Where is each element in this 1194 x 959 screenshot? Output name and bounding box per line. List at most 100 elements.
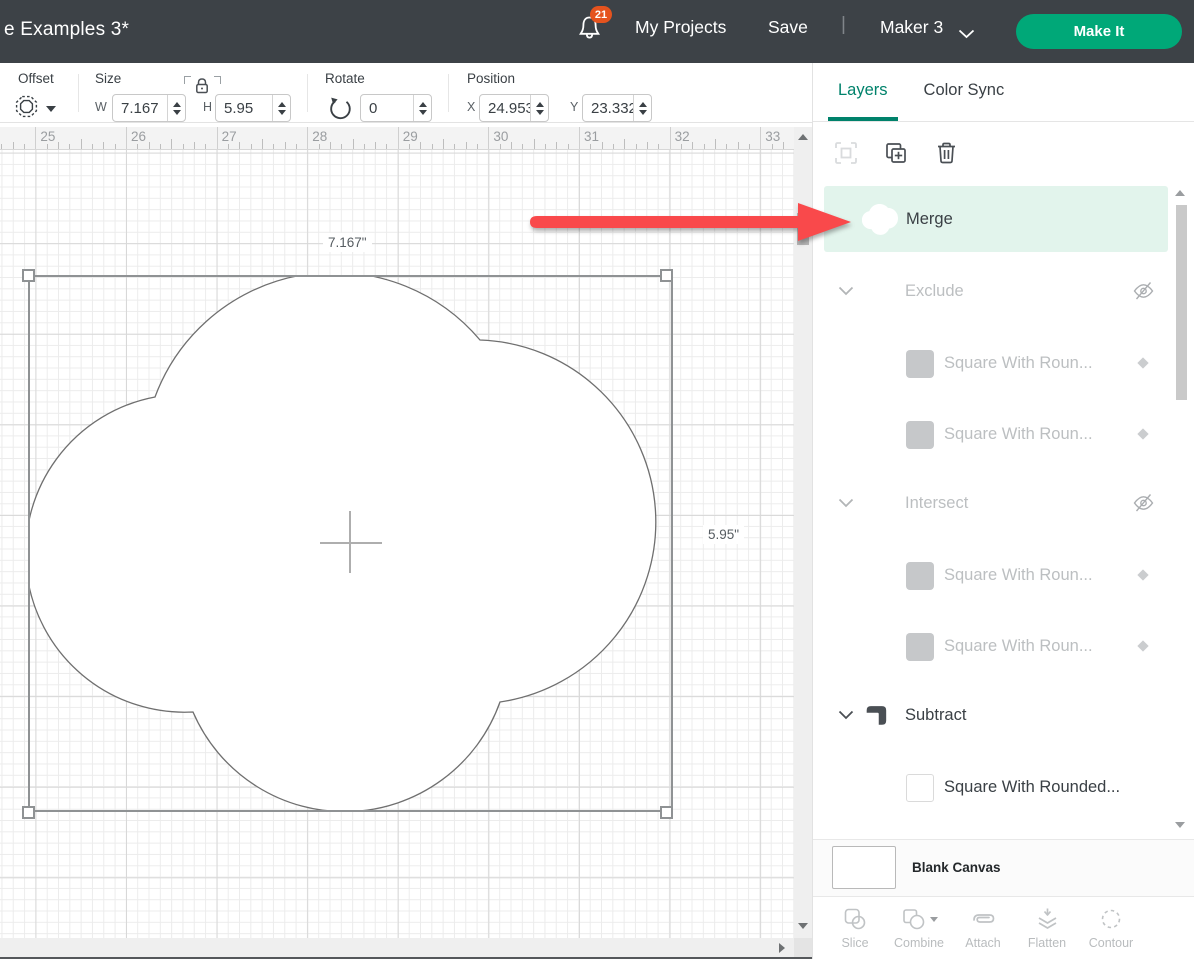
layer-row-child[interactable]: Square With Roun... bbox=[813, 399, 1194, 470]
layers-list: MergeExclude Square With Roun...Square W… bbox=[813, 184, 1194, 839]
y-input-group bbox=[582, 94, 652, 122]
scroll-up-arrow-icon[interactable] bbox=[798, 134, 808, 140]
layer-label: Merge bbox=[906, 210, 953, 229]
ruler-tick bbox=[738, 142, 739, 149]
ruler-tick bbox=[205, 144, 206, 149]
ruler-tick bbox=[432, 144, 433, 149]
y-position-input[interactable] bbox=[583, 95, 633, 121]
combine-button[interactable]: Combine bbox=[891, 905, 947, 950]
panel-scroll-thumb[interactable] bbox=[1176, 205, 1187, 400]
rotate-stepper[interactable] bbox=[413, 95, 431, 121]
visibility-hidden-icon[interactable] bbox=[1132, 280, 1155, 307]
cricut-design-space-app: e Examples 3* 21 My Projects Save | Make… bbox=[0, 0, 1194, 959]
width-stepper[interactable] bbox=[167, 95, 185, 121]
layer-row-child[interactable]: Square With Roun... bbox=[813, 611, 1194, 682]
ruler-tick bbox=[772, 144, 773, 149]
layer-group-header[interactable]: Intersect bbox=[813, 480, 1194, 526]
canvas-vertical-scrollbar[interactable] bbox=[794, 127, 812, 938]
attach-button[interactable]: Attach bbox=[955, 905, 1011, 950]
ruler-tick bbox=[103, 142, 104, 149]
ruler-tick bbox=[500, 144, 501, 149]
ruler-tick bbox=[364, 144, 365, 149]
slice-button[interactable]: Slice bbox=[827, 905, 883, 950]
panel-tabs: Layers Color Sync bbox=[813, 63, 1194, 122]
nav-my-projects[interactable]: My Projects bbox=[635, 17, 726, 38]
ruler-tick bbox=[319, 144, 320, 149]
ruler-tick bbox=[251, 144, 252, 149]
offset-caret-icon bbox=[46, 106, 56, 112]
ruler-inch-line bbox=[670, 127, 671, 149]
tab-layers[interactable]: Layers bbox=[828, 63, 898, 121]
panel-scroll-up-icon[interactable] bbox=[1175, 190, 1185, 196]
scroll-down-arrow-icon[interactable] bbox=[798, 923, 808, 929]
chevron-down-icon[interactable] bbox=[838, 286, 854, 296]
x-stepper[interactable] bbox=[530, 95, 548, 121]
layer-thumbnail bbox=[906, 774, 934, 802]
make-it-button[interactable]: Make It bbox=[1016, 14, 1182, 49]
layer-group-header[interactable]: Subtract bbox=[813, 692, 1194, 738]
ruler-tick bbox=[194, 142, 195, 149]
chevron-down-icon[interactable] bbox=[838, 710, 854, 720]
toolbar-divider bbox=[448, 74, 449, 112]
ruler-inch-line bbox=[35, 127, 36, 149]
resize-handle-top-left[interactable] bbox=[22, 269, 35, 282]
ruler-tick bbox=[262, 139, 263, 149]
size-lock-icon[interactable] bbox=[193, 76, 211, 100]
resize-handle-bottom-left[interactable] bbox=[22, 806, 35, 819]
contour-button[interactable]: Contour bbox=[1083, 905, 1139, 950]
layer-row-child[interactable]: Square With Roun... bbox=[813, 328, 1194, 399]
rotate-input[interactable] bbox=[361, 95, 413, 121]
duplicate-icon[interactable] bbox=[883, 140, 909, 166]
ruler-tick bbox=[228, 144, 229, 149]
layer-group-subtract: Subtract Square With Rounded... bbox=[813, 692, 1194, 823]
offset-button[interactable] bbox=[13, 93, 56, 125]
ruler-tick bbox=[285, 142, 286, 149]
chevron-down-icon[interactable] bbox=[838, 498, 854, 508]
ruler-tick bbox=[92, 144, 93, 149]
blank-canvas-row[interactable]: Blank Canvas bbox=[813, 839, 1194, 896]
height-stepper[interactable] bbox=[272, 95, 290, 121]
height-input-group bbox=[215, 94, 291, 122]
rotate-icon[interactable] bbox=[327, 95, 353, 126]
layer-group-header[interactable]: Exclude bbox=[813, 268, 1194, 314]
scroll-right-arrow-icon[interactable] bbox=[779, 943, 785, 953]
ruler-tick bbox=[590, 144, 591, 149]
chevron-down-icon[interactable] bbox=[958, 26, 975, 44]
notification-badge: 21 bbox=[590, 6, 612, 23]
panel-scroll-down-icon[interactable] bbox=[1175, 822, 1185, 828]
trash-icon[interactable] bbox=[933, 140, 959, 166]
design-canvas[interactable]: 7.167" 5.95" bbox=[0, 150, 794, 938]
tab-color-sync[interactable]: Color Sync bbox=[914, 63, 1015, 121]
layer-group-exclude: Exclude Square With Roun...Square With R… bbox=[813, 268, 1194, 470]
ruler-number: 25 bbox=[40, 129, 55, 144]
layer-row-child[interactable]: Square With Rounded... bbox=[813, 752, 1194, 823]
flatten-button[interactable]: Flatten bbox=[1019, 905, 1075, 950]
y-stepper[interactable] bbox=[633, 95, 651, 121]
visibility-hidden-icon[interactable] bbox=[1132, 492, 1155, 519]
layer-group-intersect: Intersect Square With Roun...Square With… bbox=[813, 480, 1194, 682]
linetype-diamond-icon bbox=[1137, 569, 1148, 580]
height-input[interactable] bbox=[216, 95, 272, 121]
ruler-tick bbox=[726, 144, 727, 149]
x-input-group bbox=[479, 94, 549, 122]
nav-save[interactable]: Save bbox=[768, 17, 808, 38]
ruler-tick bbox=[386, 144, 387, 149]
layer-label: Square With Rounded... bbox=[944, 778, 1120, 797]
layer-row-child[interactable]: Square With Roun... bbox=[813, 540, 1194, 611]
machine-selector[interactable]: Maker 3 bbox=[880, 17, 943, 38]
group-select-icon[interactable] bbox=[833, 140, 859, 166]
canvas-wrap: 252627282930313233 7.167 bbox=[0, 123, 812, 959]
resize-handle-bottom-right[interactable] bbox=[660, 806, 673, 819]
ruler-tick bbox=[24, 144, 25, 149]
ruler-tick bbox=[137, 144, 138, 149]
layer-row-merge[interactable]: Merge bbox=[824, 186, 1168, 252]
layer-actions-bar: SliceCombineAttachFlattenContour bbox=[813, 896, 1194, 958]
ruler-tick bbox=[602, 142, 603, 149]
resize-handle-top-right[interactable] bbox=[660, 269, 673, 282]
x-position-input[interactable] bbox=[480, 95, 530, 121]
ruler-tick bbox=[647, 142, 648, 149]
width-input[interactable] bbox=[113, 95, 167, 121]
canvas-horizontal-scrollbar[interactable] bbox=[0, 938, 794, 959]
annotation-arrow bbox=[526, 196, 856, 248]
notifications-button[interactable]: 21 bbox=[576, 13, 610, 51]
